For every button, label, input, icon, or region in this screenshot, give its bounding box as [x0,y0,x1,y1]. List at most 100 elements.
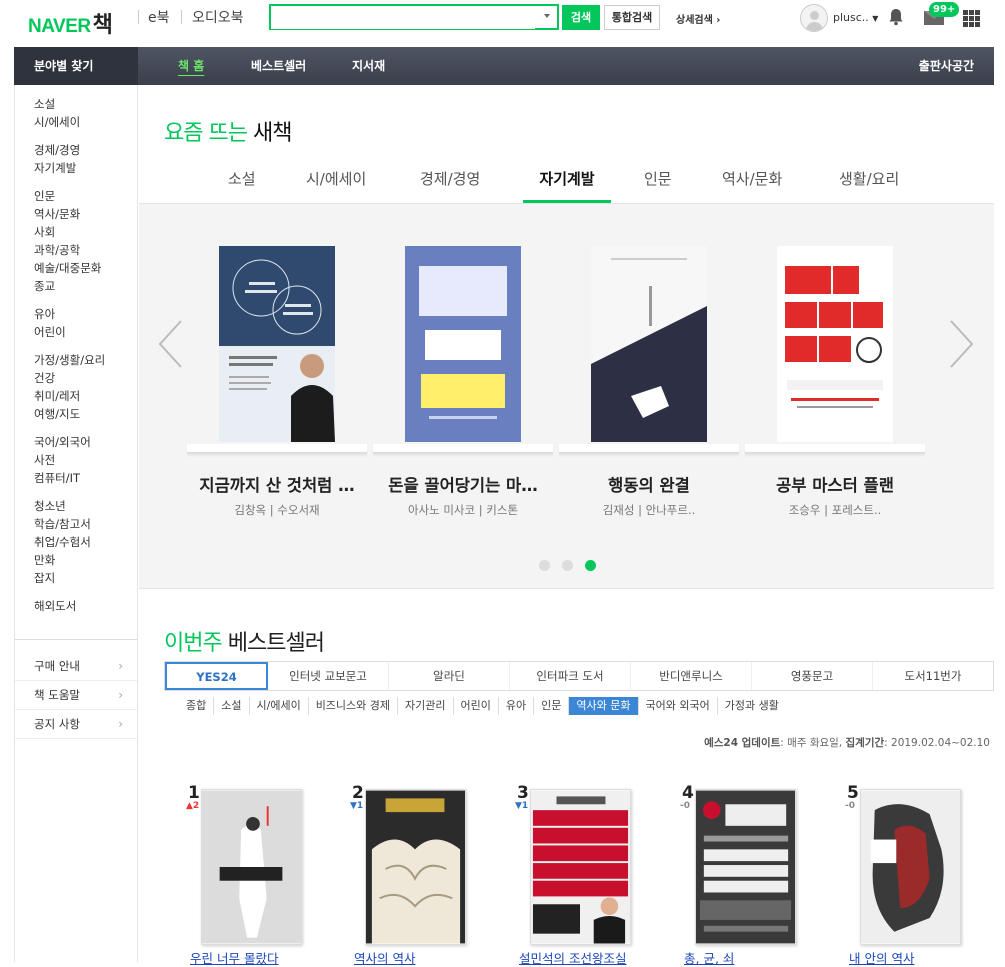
book-cover[interactable] [591,246,707,442]
book-publisher[interactable]: 수오서재 [277,503,319,517]
find-by-field-button[interactable]: 분야별 찾기 [14,47,138,85]
sidebar-category-link[interactable]: 역사/문화 [34,205,137,223]
bestseller-title-link[interactable]: 우린 너무 몰랐다 [190,948,330,967]
user-menu[interactable]: plusc.. ▼ [833,11,878,24]
sidebar-category-link[interactable]: 취미/레저 [34,387,137,405]
sidebar-category-link[interactable]: 청소년 [34,497,137,515]
book-publisher[interactable]: 포레스트.. [832,503,882,517]
subtab-novel[interactable]: 소설 [214,697,250,715]
subtab-children[interactable]: 어린이 [454,697,499,715]
bestseller-title-link[interactable]: 역사의 역사 [354,948,494,967]
book-author[interactable]: 조승우 [789,503,821,517]
sidebar-category-link[interactable]: 건강 [34,369,137,387]
tab-bestseller[interactable]: 베스트셀러 [251,47,306,85]
sidebar-category-link[interactable]: 예술/대중문화 [34,259,137,277]
new-book-title[interactable]: 돈을 끌어당기는 마… [361,472,565,496]
new-book-title[interactable]: 공부 마스터 플랜 [733,472,937,496]
detail-search-link[interactable]: 상세검색 › [676,11,720,26]
sidebar-category-link[interactable]: 인문 [34,187,137,205]
audiobook-link[interactable]: 오디오북 [192,7,244,27]
bestseller-title-link[interactable]: 설민석의 조선왕조실 [519,948,659,967]
naver-book-logo[interactable]: NAVER책 [28,7,113,39]
tab-kyobo[interactable]: 인터넷 교보문고 [268,662,389,690]
ebook-link[interactable]: e북 [148,7,170,27]
bestseller-title-link[interactable]: 내 안의 역사 [849,948,989,967]
tab-self-development[interactable]: 자기계발 [523,163,611,203]
chevron-left-icon[interactable] [157,319,183,369]
book-cover[interactable] [219,246,335,442]
sidebar-category-link[interactable]: 자기계발 [34,159,137,177]
tab-11st[interactable]: 도서11번가 [873,662,993,690]
new-book-title[interactable]: 지금까지 산 것처럼 … [175,472,379,496]
book-author[interactable]: 김재성 [603,503,635,517]
tab-my-library[interactable]: 지서재 [352,47,385,85]
book-help-link[interactable]: 책 도움말 [15,681,137,710]
chevron-right-icon[interactable] [949,319,975,369]
subtab-overall[interactable]: 종합 [179,697,215,715]
tab-aladin[interactable]: 알라딘 [389,662,510,690]
tab-humanities[interactable]: 인문 [644,163,672,203]
search-input[interactable] [271,6,535,29]
subtab-humanities[interactable]: 인문 [534,697,570,715]
book-publisher[interactable]: 키스톤 [486,503,518,517]
tab-bandi[interactable]: 반디앤루니스 [631,662,752,690]
subtab-home-living[interactable]: 가정과 생활 [718,697,786,715]
book-cover[interactable] [530,789,631,945]
bell-icon[interactable] [888,8,904,26]
subtab-self-management[interactable]: 자기관리 [398,697,454,715]
sidebar-category-link[interactable]: 과학/공학 [34,241,137,259]
book-cover[interactable] [365,789,466,945]
carousel-dot-2[interactable] [562,560,573,571]
sidebar-category-link[interactable]: 학습/참고서 [34,515,137,533]
tab-living-cooking[interactable]: 생활/요리 [839,163,899,203]
subtab-poetry-essay[interactable]: 시/에세이 [250,697,309,715]
sidebar-category-link[interactable]: 소설 [34,95,137,113]
sidebar-category-link[interactable]: 취업/수험서 [34,533,137,551]
book-cover[interactable] [201,789,302,945]
sidebar-category-link[interactable]: 사회 [34,223,137,241]
sidebar-category-link[interactable]: 국어/외국어 [34,433,137,451]
apps-grid-icon[interactable] [963,10,980,27]
total-search-button[interactable]: 통합검색 [604,5,660,30]
sidebar-category-link[interactable]: 가정/생활/요리 [34,351,137,369]
sidebar-category-link[interactable]: 경제/경영 [34,141,137,159]
tab-novel[interactable]: 소설 [228,163,256,203]
carousel-dot-1[interactable] [539,560,550,571]
tab-youngpoong[interactable]: 영풍문고 [752,662,873,690]
carousel-dot-3[interactable] [585,560,596,571]
bestseller-title-link[interactable]: 총, 균, 쇠 [684,948,824,967]
publisher-space-link[interactable]: 출판사공간 [919,47,974,85]
subtab-business[interactable]: 비즈니스와 경제 [309,697,399,715]
sidebar-category-link[interactable]: 잡지 [34,569,137,587]
notice-link[interactable]: 공지 사항 [15,710,137,739]
subtab-history-culture[interactable]: 역사와 문화 [569,697,639,715]
chevron-down-icon[interactable] [544,14,550,18]
sidebar-category-link[interactable]: 해외도서 [34,597,137,615]
tab-history-culture[interactable]: 역사/문화 [722,163,782,203]
book-author[interactable]: 아사노 미사코 [408,503,475,517]
sidebar-category-link[interactable]: 시/에세이 [34,113,137,131]
book-publisher[interactable]: 안나푸르.. [646,503,696,517]
sidebar-category-link[interactable]: 유아 [34,305,137,323]
book-cover[interactable] [695,789,796,945]
new-book-title[interactable]: 행동의 완결 [547,472,751,496]
subtab-language[interactable]: 국어와 외국어 [639,697,718,715]
tab-poetry-essay[interactable]: 시/에세이 [306,163,366,203]
tab-yes24[interactable]: YES24 [165,662,268,690]
tab-book-home[interactable]: 책 홈 [178,47,204,85]
sidebar-category-link[interactable]: 종교 [34,277,137,295]
sidebar-category-link[interactable]: 어린이 [34,323,137,341]
subtab-infant[interactable]: 유아 [499,697,535,715]
sidebar-category-link[interactable]: 컴퓨터/IT [34,469,137,487]
avatar[interactable] [800,4,828,32]
tab-economy-management[interactable]: 경제/경영 [420,163,480,203]
book-cover[interactable] [777,246,893,442]
sidebar-category-link[interactable]: 사전 [34,451,137,469]
search-button[interactable]: 검색 [562,5,600,30]
tab-interpark[interactable]: 인터파크 도서 [510,662,631,690]
book-author[interactable]: 김창옥 [234,503,266,517]
purchase-guide-link[interactable]: 구매 안내 [15,652,137,681]
book-cover[interactable] [405,246,521,442]
sidebar-category-link[interactable]: 만화 [34,551,137,569]
sidebar-category-link[interactable]: 여행/지도 [34,405,137,423]
